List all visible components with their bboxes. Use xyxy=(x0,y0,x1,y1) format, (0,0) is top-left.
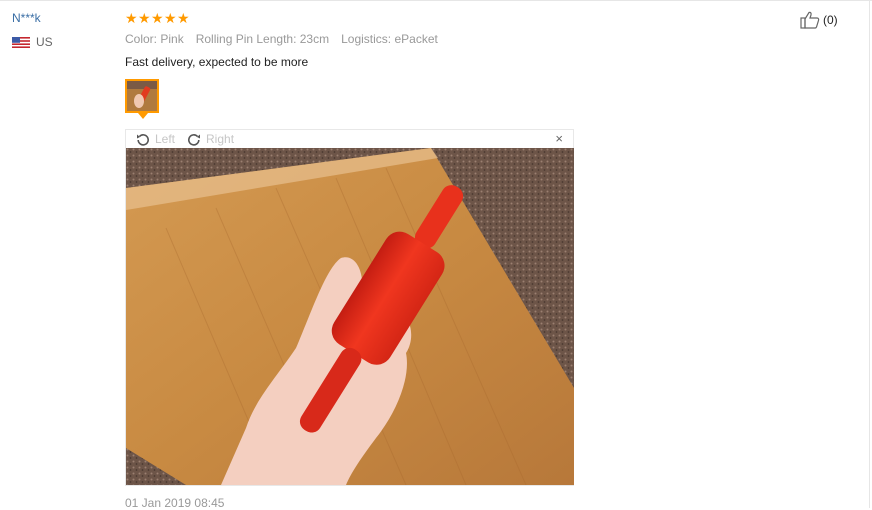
review-photo-thumbnail[interactable] xyxy=(125,79,159,113)
star-icon: ★ xyxy=(151,10,164,26)
thumbnail-pointer xyxy=(138,113,148,119)
rotate-right-icon xyxy=(188,134,201,146)
reviewer-country: US xyxy=(12,35,53,49)
rotate-left-button[interactable]: Left xyxy=(136,132,175,146)
thumbs-up-icon xyxy=(800,11,820,29)
attr-logistics: Logistics: ePacket xyxy=(341,32,438,46)
review-text: Fast delivery, expected to be more xyxy=(125,55,309,69)
star-icon: ★ xyxy=(177,10,190,26)
thumbnail-image xyxy=(127,81,157,111)
helpful-button[interactable]: (0) xyxy=(800,11,838,29)
star-icon: ★ xyxy=(138,10,151,26)
divider xyxy=(869,0,870,508)
divider xyxy=(0,0,872,1)
star-rating: ★ ★ ★ ★ ★ xyxy=(125,10,190,26)
helpful-count: (0) xyxy=(823,13,838,27)
review-photo xyxy=(126,148,574,485)
order-attributes: Color: Pink Rolling Pin Length: 23cm Log… xyxy=(125,32,438,46)
country-label: US xyxy=(36,35,53,49)
attr-color: Color: Pink xyxy=(125,32,184,46)
close-icon[interactable]: × xyxy=(555,132,563,146)
rotate-left-icon xyxy=(137,134,149,146)
viewer-toolbar: Left Right × xyxy=(126,130,573,148)
rotate-right-label: Right xyxy=(206,132,235,146)
rotate-right-button[interactable]: Right xyxy=(187,132,234,146)
reviewer-name[interactable]: N***k xyxy=(12,11,41,25)
star-icon: ★ xyxy=(125,10,138,26)
rotate-left-label: Left xyxy=(155,132,176,146)
photo-viewer: Left Right × xyxy=(125,129,574,486)
star-icon: ★ xyxy=(164,10,177,26)
attr-length: Rolling Pin Length: 23cm xyxy=(195,32,330,46)
us-flag-icon xyxy=(12,36,30,48)
